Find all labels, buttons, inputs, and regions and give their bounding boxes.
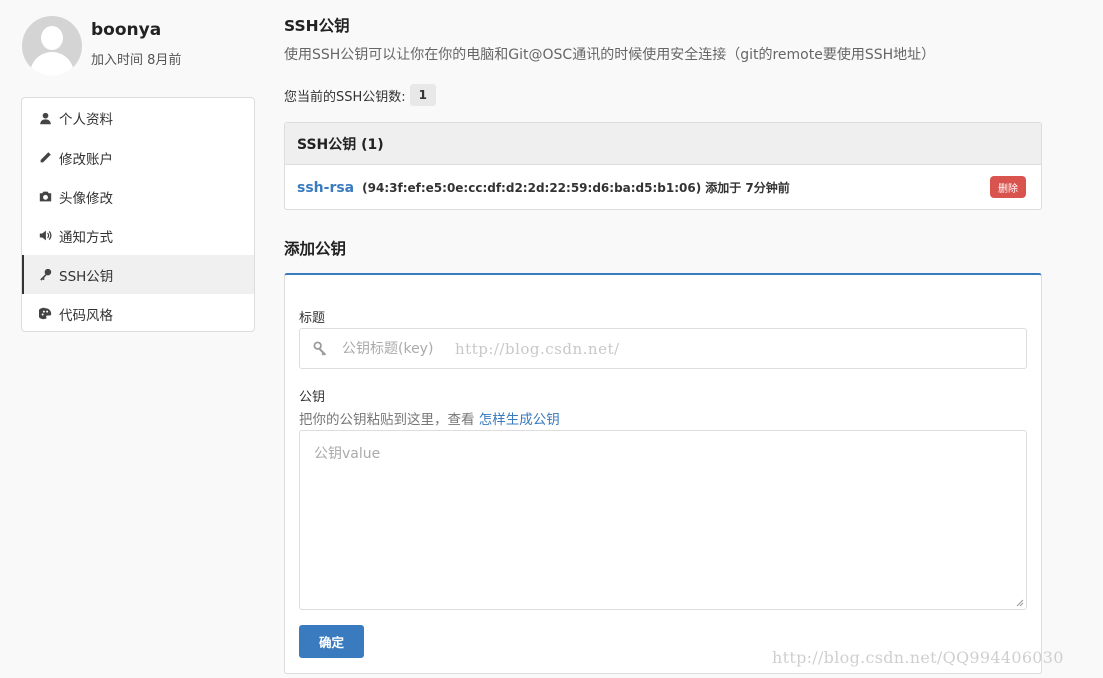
add-key-heading: 添加公钥 [284,240,347,258]
volume-icon [38,229,52,243]
sidebar-item-notifications[interactable]: 通知方式 [22,216,254,255]
user-icon [38,111,52,125]
sidebar-item-ssh-keys[interactable]: SSH公钥 [22,255,254,294]
ssh-key-type-link[interactable]: ssh-rsa [297,180,354,196]
camera-icon [38,190,52,204]
settings-menu: 个人资料 修改账户 头像修改 通知方式 SSH公钥 代码风格 [21,97,255,332]
key-title-input[interactable] [342,329,1012,368]
corner-watermark: http://blog.csdn.net/QQ994406030 [772,648,1064,667]
sidebar-item-label: 代码风格 [59,307,113,324]
key-help-prefix: 把你的公钥粘贴到这里，查看 [299,412,475,428]
sidebar-item-label: 头像修改 [59,190,113,207]
sidebar-item-code-style[interactable]: 代码风格 [22,294,254,331]
sidebar-item-label: 修改账户 [59,151,113,168]
ssh-keys-heading: SSH公钥 [284,17,350,35]
confirm-button[interactable]: 确定 [299,625,364,658]
public-key-textarea[interactable] [299,430,1027,610]
key-icon [313,341,329,357]
ssh-keys-panel: SSH公钥 (1) ssh-rsa (94:3f:ef:e5:0e:cc:df:… [284,122,1042,210]
username: boonya [91,20,162,40]
pencil-icon [38,151,52,165]
ssh-description: 使用SSH公钥可以让你在你的电脑和Git@OSC通讯的时候使用安全连接（git的… [284,47,936,63]
ssh-key-count-label: 您当前的SSH公钥数: [284,89,406,105]
key-help-text: 把你的公钥粘贴到这里，查看 怎样生成公钥 [299,408,560,428]
sidebar-item-avatar[interactable]: 头像修改 [22,177,254,216]
user-profile: boonya 加入时间 8月前 [22,16,262,76]
add-key-form: 标题 http://blog.csdn.net/ 公钥 把你的公钥粘贴到这里，查… [284,273,1042,674]
sidebar-item-label: 通知方式 [59,229,113,246]
sidebar-item-label: SSH公钥 [59,268,114,285]
ssh-key-count-line: 您当前的SSH公钥数: 1 [284,84,437,106]
key-field-label: 公钥 [299,390,326,405]
ssh-keys-panel-title: SSH公钥 (1) [285,123,1041,165]
palette-icon [38,307,52,321]
delete-key-button[interactable]: 删除 [990,176,1026,198]
sidebar-item-account[interactable]: 修改账户 [22,138,254,177]
title-field-wrapper: http://blog.csdn.net/ [299,328,1027,369]
join-date: 加入时间 8月前 [91,53,182,68]
ssh-key-fingerprint: (94:3f:ef:e5:0e:cc:df:d2:2d:22:59:d6:ba:… [362,180,702,195]
ssh-key-row: ssh-rsa (94:3f:ef:e5:0e:cc:df:d2:2d:22:5… [285,165,1041,209]
sidebar-item-label: 个人资料 [59,112,113,128]
ssh-key-added-time: 添加于 7分钟前 [705,181,790,195]
resize-grip-icon[interactable] [1016,599,1024,607]
title-field-label: 标题 [299,311,326,326]
key-icon [38,268,52,282]
ssh-key-count-badge: 1 [409,84,437,106]
how-to-generate-key-link[interactable]: 怎样生成公钥 [479,412,560,428]
avatar[interactable] [22,16,82,76]
sidebar-item-profile[interactable]: 个人资料 [22,98,254,138]
